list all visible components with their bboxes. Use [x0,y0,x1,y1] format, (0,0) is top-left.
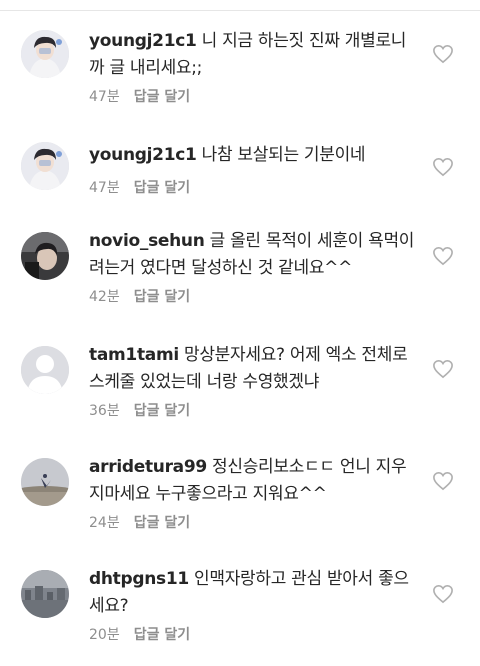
comment-item: dhtpgns11 인맥자랑하고 관심 받아서 좋으세요? 20분 답글 달기 [0,560,480,666]
reply-button[interactable]: 답글 달기 [134,180,190,196]
reply-button[interactable]: 답글 달기 [134,289,190,305]
comment-time: 24분 [89,515,120,531]
comment-meta: 47분 답글 달기 [89,177,190,197]
comment-body: arridetura99 정신승리보소ㄷㄷ 언니 지우지마세요 누구좋으라고 지… [89,454,419,508]
avatar[interactable] [21,30,69,78]
avatar[interactable] [21,570,69,618]
comment-username[interactable]: dhtpgns11 [89,569,189,589]
profile-photo-icon [21,232,69,280]
default-avatar-icon [21,346,69,394]
comment-body: novio_sehun 글 올린 목적이 세훈이 욕먹이려는거 였다면 달성하신… [89,228,419,282]
comment-time: 20분 [89,627,120,643]
comment-item: arridetura99 정신승리보소ㄷㄷ 언니 지우지마세요 누구좋으라고 지… [0,448,480,554]
comment-username[interactable]: arridetura99 [89,457,207,477]
reply-button[interactable]: 답글 달기 [134,403,190,419]
comment-username[interactable]: youngj21c1 [89,145,197,165]
avatar[interactable] [21,458,69,506]
comment-username[interactable]: novio_sehun [89,231,205,251]
comment-meta: 24분 답글 달기 [89,512,190,532]
comment-item: youngj21c1 니 지금 하는짓 진짜 개별로니까 글 내리세요;; 47… [0,22,480,128]
comment-username[interactable]: tam1tami [89,345,179,365]
comment-item: youngj21c1 나참 보살되는 기분이네 47분 답글 달기 [0,128,480,234]
comment-meta: 20분 답글 달기 [89,624,190,644]
comment-time: 42분 [89,289,120,305]
profile-photo-icon [21,458,69,506]
comment-list: youngj21c1 니 지금 하는짓 진짜 개별로니까 글 내리세요;; 47… [0,0,480,651]
comment-meta: 36분 답글 달기 [89,400,190,420]
comment-item: tam1tami 망상분자세요? 어제 엑소 전체로 스케줄 있었는데 너랑 수… [0,336,480,442]
comment-time: 36분 [89,403,120,419]
comment-text: 나참 보살되는 기분이네 [201,145,366,165]
avatar[interactable] [21,346,69,394]
reply-button[interactable]: 답글 달기 [134,627,190,643]
comment-body: tam1tami 망상분자세요? 어제 엑소 전체로 스케줄 있었는데 너랑 수… [89,342,419,396]
comment-body: youngj21c1 나참 보살되는 기분이네 [89,142,419,169]
comment-time: 47분 [89,180,120,196]
heart-outline-icon[interactable] [432,246,454,266]
comment-meta: 42분 답글 달기 [89,286,190,306]
comment-meta: 47분 답글 달기 [89,86,190,106]
comment-item: novio_sehun 글 올린 목적이 세훈이 욕먹이려는거 였다면 달성하신… [0,222,480,328]
heart-outline-icon[interactable] [432,359,454,379]
reply-button[interactable]: 답글 달기 [134,515,190,531]
comment-body: dhtpgns11 인맥자랑하고 관심 받아서 좋으세요? [89,566,419,620]
profile-photo-icon [21,142,69,190]
profile-photo-icon [21,570,69,618]
heart-outline-icon[interactable] [432,471,454,491]
comment-time: 47분 [89,89,120,105]
heart-outline-icon[interactable] [432,44,454,64]
heart-outline-icon[interactable] [432,157,454,177]
avatar[interactable] [21,232,69,280]
profile-photo-icon [21,30,69,78]
divider [0,10,480,11]
comment-body: youngj21c1 니 지금 하는짓 진짜 개별로니까 글 내리세요;; [89,28,419,82]
comment-username[interactable]: youngj21c1 [89,31,197,51]
reply-button[interactable]: 답글 달기 [134,89,190,105]
avatar[interactable] [21,142,69,190]
heart-outline-icon[interactable] [432,584,454,604]
